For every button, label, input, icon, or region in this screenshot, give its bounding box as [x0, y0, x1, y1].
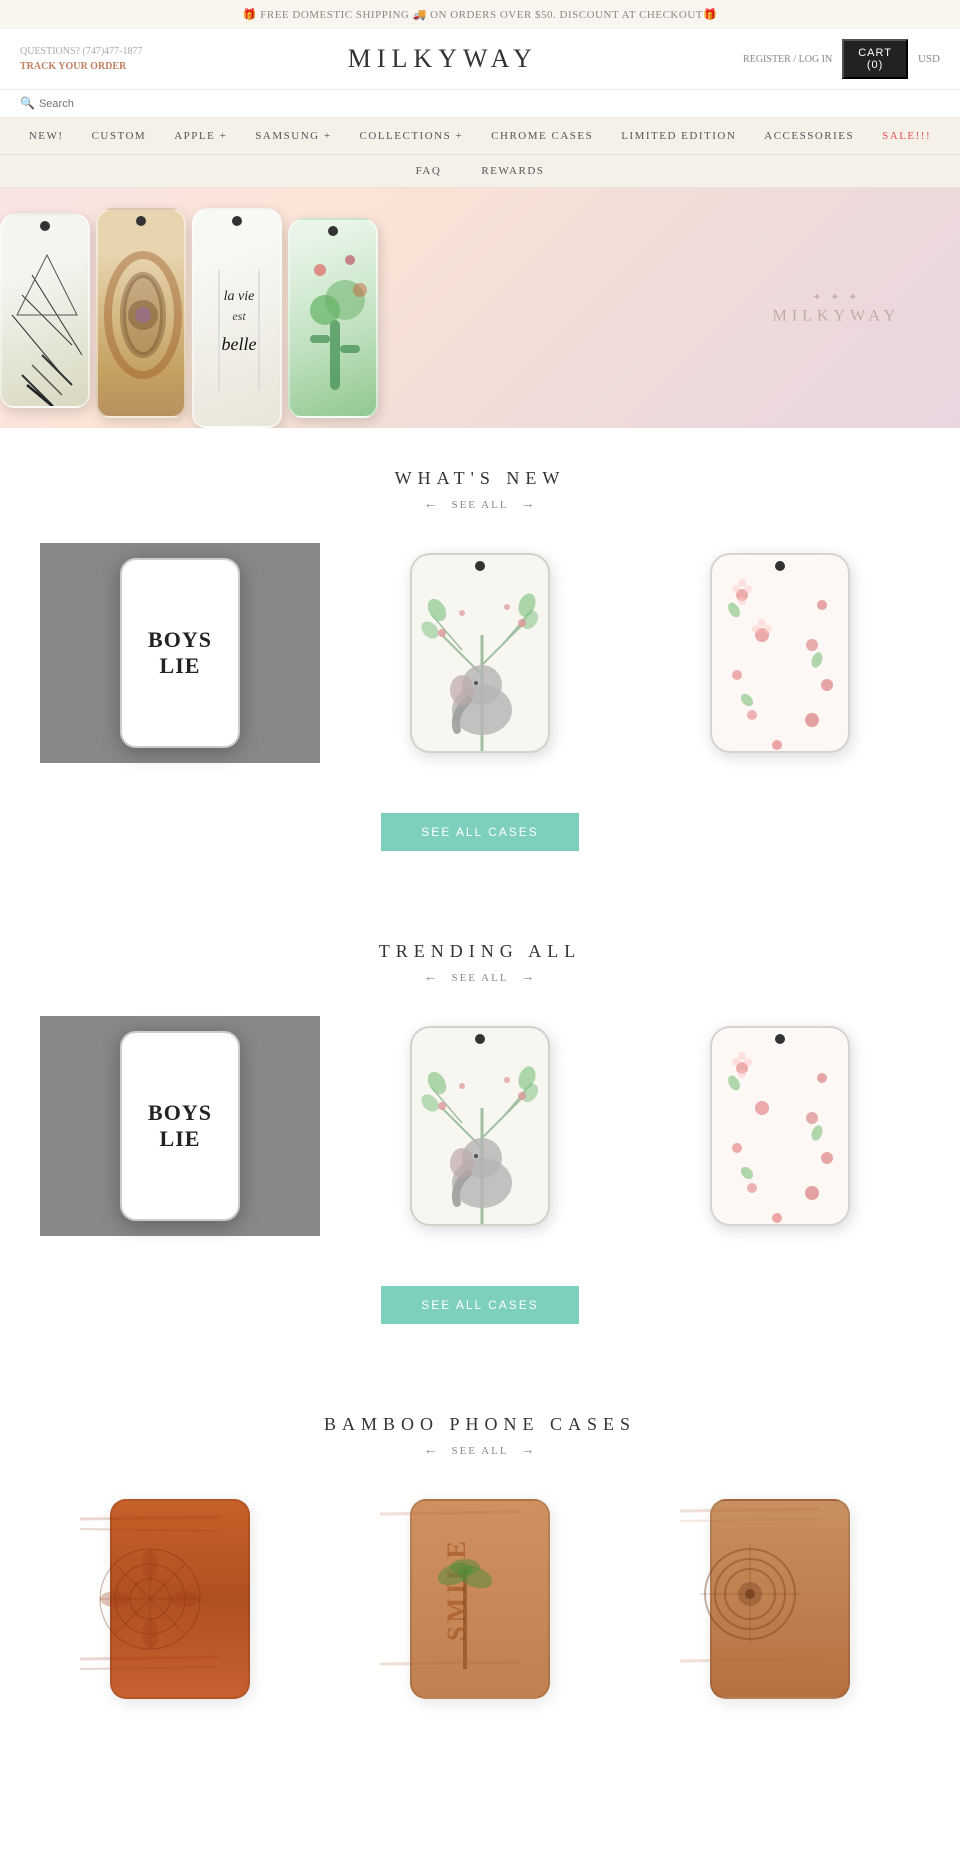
product-image-elephant-2 — [380, 1016, 580, 1236]
currency-selector[interactable]: USD — [918, 53, 940, 65]
whats-new-see-all[interactable]: SEE ALL — [451, 499, 508, 511]
product-card-boys-lie-2[interactable]: BOYSLIE — [40, 1016, 320, 1236]
product-image-bamboo-1 — [80, 1489, 280, 1709]
boys-lie-background-2: BOYSLIE — [40, 1016, 320, 1236]
boys-lie-background-1: BOYSLIE — [40, 543, 320, 763]
nav-item-faq[interactable]: FAQ — [396, 155, 462, 187]
nav-item-apple[interactable]: APPLE + — [160, 118, 241, 154]
product-card-elephant-2[interactable] — [340, 1016, 620, 1236]
hero-phone-1 — [0, 213, 90, 408]
bamboo-prev[interactable]: ← — [423, 1443, 439, 1459]
product-card-bamboo-3[interactable] — [640, 1489, 920, 1709]
bamboo-product-grid: SMILE — [0, 1469, 960, 1729]
product-card-boys-lie-1[interactable]: BOYSLIE — [40, 543, 320, 763]
primary-nav: NEW! CUSTOM APPLE + SAMSUNG + COLLECTION… — [0, 118, 960, 155]
nav-item-rewards[interactable]: REWARDS — [461, 155, 564, 187]
whats-new-title: WHAT'S NEW — [0, 468, 960, 489]
product-image-elephant-1 — [380, 543, 580, 763]
boys-lie-phone-1: BOYSLIE — [120, 558, 240, 748]
bamboo-section-header: BAMBOO PHONE CASES ← SEE ALL → — [0, 1374, 960, 1469]
whats-new-next[interactable]: → — [521, 497, 537, 513]
nav-item-accessories[interactable]: ACCESSORIES — [750, 118, 868, 154]
top-banner: 🎁 FREE DOMESTIC SHIPPING 🚚 ON ORDERS OVE… — [0, 0, 960, 29]
register-login-link[interactable]: REGISTER / LOG IN — [743, 54, 832, 65]
bamboo-phone-1 — [110, 1499, 250, 1699]
bamboo-phone-3 — [710, 1499, 850, 1699]
hero-logo-overlay: ✦ ✦ ✦ MILKYWAY — [773, 291, 900, 326]
trending-title: TRENDING ALL — [0, 941, 960, 962]
product-card-bamboo-1[interactable] — [40, 1489, 320, 1709]
boys-lie-phone-2: BOYSLIE — [120, 1031, 240, 1221]
product-image-bamboo-2: SMILE — [380, 1489, 580, 1709]
whats-new-prev[interactable]: ← — [423, 497, 439, 513]
trending-product-grid: BOYSLIE — [0, 996, 960, 1256]
trending-nav: ← SEE ALL → — [0, 970, 960, 986]
trending-see-all[interactable]: SEE ALL — [451, 972, 508, 984]
product-card-floral-1[interactable] — [640, 543, 920, 763]
trending-see-all-button[interactable]: SEE ALL CASES — [381, 1286, 579, 1324]
nav-item-new[interactable]: NEW! — [15, 118, 78, 154]
product-card-elephant-1[interactable] — [340, 543, 620, 763]
banner-text: 🎁 FREE DOMESTIC SHIPPING 🚚 ON ORDERS OVE… — [243, 9, 717, 21]
search-icon: 🔍 — [20, 96, 35, 111]
whats-new-nav: ← SEE ALL → — [0, 497, 960, 513]
product-card-bamboo-2[interactable]: SMILE — [340, 1489, 620, 1709]
whats-new-product-grid: BOYSLIE — [0, 523, 960, 783]
secondary-nav: FAQ REWARDS — [0, 155, 960, 188]
hero-banner: la vie est belle ✦ ✦ — [0, 188, 960, 428]
search-input[interactable] — [39, 98, 159, 110]
nav-item-limited[interactable]: LIMITED EDITION — [607, 118, 750, 154]
bamboo-nav: ← SEE ALL → — [0, 1443, 960, 1459]
header-contact: QUESTIONS? (747)477-1877 TRACK YOUR ORDE… — [20, 44, 143, 74]
hero-phone-4 — [288, 218, 378, 418]
trending-prev[interactable]: ← — [423, 970, 439, 986]
cart-button[interactable]: CART (0) — [842, 39, 908, 79]
product-image-floral-1 — [680, 543, 880, 763]
track-order-link[interactable]: TRACK YOUR ORDER — [20, 61, 126, 72]
boys-lie-text-1: BOYSLIE — [148, 627, 212, 680]
elephant-phone-2 — [410, 1026, 550, 1226]
boys-lie-text-2: BOYSLIE — [148, 1100, 212, 1153]
bamboo-phone-2: SMILE — [410, 1499, 550, 1699]
nav-item-collections[interactable]: COLLECTIONS + — [346, 118, 478, 154]
trending-section-header: TRENDING ALL ← SEE ALL → — [0, 901, 960, 996]
product-card-floral-2[interactable] — [640, 1016, 920, 1236]
product-image-boys-lie-2: BOYSLIE — [40, 1016, 320, 1236]
product-image-bamboo-3 — [680, 1489, 880, 1709]
bamboo-next[interactable]: → — [521, 1443, 537, 1459]
search-bar: 🔍 — [20, 96, 940, 111]
trending-next[interactable]: → — [521, 970, 537, 986]
hero-phone-3: la vie est belle — [192, 208, 282, 428]
nav-item-samsung[interactable]: SAMSUNG + — [241, 118, 345, 154]
bamboo-see-all[interactable]: SEE ALL — [451, 1445, 508, 1457]
nav-item-chrome[interactable]: CHROME CASES — [477, 118, 607, 154]
svg-text:est: est — [232, 309, 246, 323]
questions-label: QUESTIONS? — [20, 46, 80, 57]
nav-item-custom[interactable]: CUSTOM — [78, 118, 161, 154]
whats-new-section-header: WHAT'S NEW ← SEE ALL → — [0, 428, 960, 523]
svg-text:belle: belle — [222, 334, 257, 354]
bamboo-title: BAMBOO PHONE CASES — [0, 1414, 960, 1435]
header-right: REGISTER / LOG IN CART (0) USD — [743, 39, 940, 79]
floral-phone-1 — [710, 553, 850, 753]
product-image-floral-2 — [680, 1016, 880, 1236]
svg-text:la vie: la vie — [224, 289, 255, 304]
header: QUESTIONS? (747)477-1877 TRACK YOUR ORDE… — [0, 29, 960, 90]
site-logo[interactable]: MILKYWAY — [348, 44, 538, 74]
nav-item-sale[interactable]: SALE!!! — [868, 118, 945, 154]
elephant-phone-1 — [410, 553, 550, 753]
phone-number: (747)477-1877 — [83, 46, 143, 57]
hero-phone-2 — [96, 208, 186, 418]
product-image-boys-lie-1: BOYSLIE — [40, 543, 320, 763]
whats-new-see-all-button[interactable]: SEE ALL CASES — [381, 813, 579, 851]
floral-phone-2 — [710, 1026, 850, 1226]
